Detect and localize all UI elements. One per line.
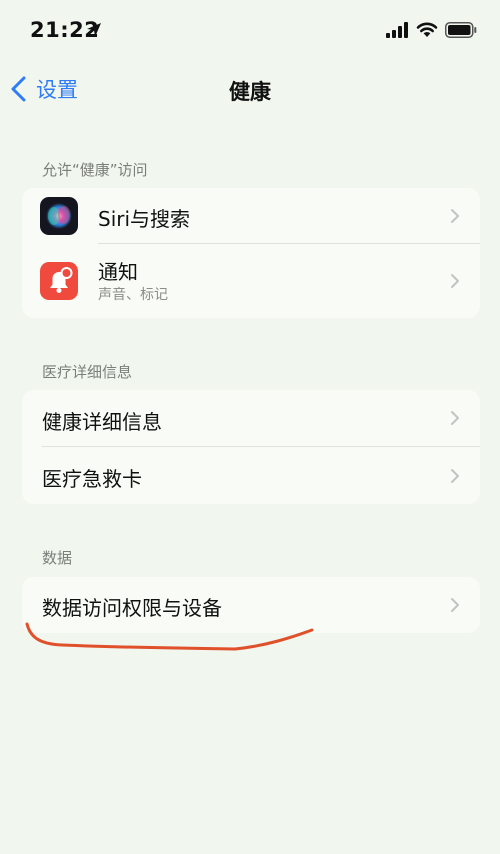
chevron-right-icon	[451, 274, 459, 288]
status-bar: 21:22	[0, 0, 500, 62]
page-title: 健康	[229, 80, 271, 104]
medical-group: 健康详细信息 医疗急救卡	[22, 390, 480, 504]
battery-icon	[445, 22, 477, 38]
section-header-data: 数据	[42, 549, 73, 567]
row-siri-search-label: Siri与搜索	[98, 207, 191, 231]
access-group: Siri与搜索 通知 声音、标记	[22, 188, 480, 318]
row-data-access-devices-label: 数据访问权限与设备	[42, 596, 222, 620]
chevron-right-icon	[451, 411, 459, 425]
row-notifications-label: 通知	[98, 260, 138, 284]
chevron-right-icon	[451, 209, 459, 223]
row-health-details[interactable]: 健康详细信息	[22, 390, 480, 447]
navigation-bar: 设置 健康	[0, 62, 500, 116]
row-medical-id-label: 医疗急救卡	[42, 467, 142, 491]
row-data-access-devices[interactable]: 数据访问权限与设备	[22, 577, 480, 633]
wifi-icon	[416, 22, 438, 37]
location-arrow-icon	[87, 23, 101, 37]
siri-icon	[40, 197, 78, 235]
section-header-medical: 医疗详细信息	[42, 363, 133, 381]
chevron-right-icon	[451, 598, 459, 612]
data-group: 数据访问权限与设备	[22, 577, 480, 633]
row-notifications-subtitle: 声音、标记	[98, 287, 168, 303]
row-notifications[interactable]: 通知 声音、标记	[22, 244, 480, 318]
chevron-right-icon	[451, 469, 459, 483]
cellular-signal-icon	[386, 22, 408, 38]
notification-icon	[40, 262, 78, 300]
row-siri-search[interactable]: Siri与搜索	[22, 188, 480, 244]
section-header-access: 允许“健康”访问	[42, 161, 148, 179]
row-health-details-label: 健康详细信息	[42, 410, 162, 434]
row-medical-id[interactable]: 医疗急救卡	[22, 447, 480, 504]
